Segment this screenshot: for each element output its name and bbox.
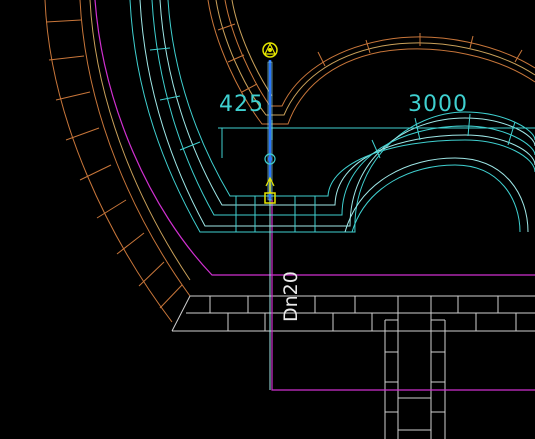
magenta-boundary-arc (94, 0, 535, 276)
outer-wall-inner-band (89, 0, 191, 281)
cad-drawing-canvas[interactable]: 425 3000 Dn20 (0, 0, 535, 439)
block-walkway (171, 295, 535, 332)
dimension-left-text: 425 (219, 92, 264, 117)
vertical-channels (384, 296, 446, 439)
pipe-label: Dn20 (280, 271, 302, 322)
cyan-pool-outlines (129, 0, 535, 233)
dimension-right-text: 3000 (408, 92, 468, 117)
magenta-lower-boundary (271, 200, 535, 391)
valve-top-icon[interactable] (262, 42, 278, 58)
outer-wall-joints (45, 19, 183, 309)
